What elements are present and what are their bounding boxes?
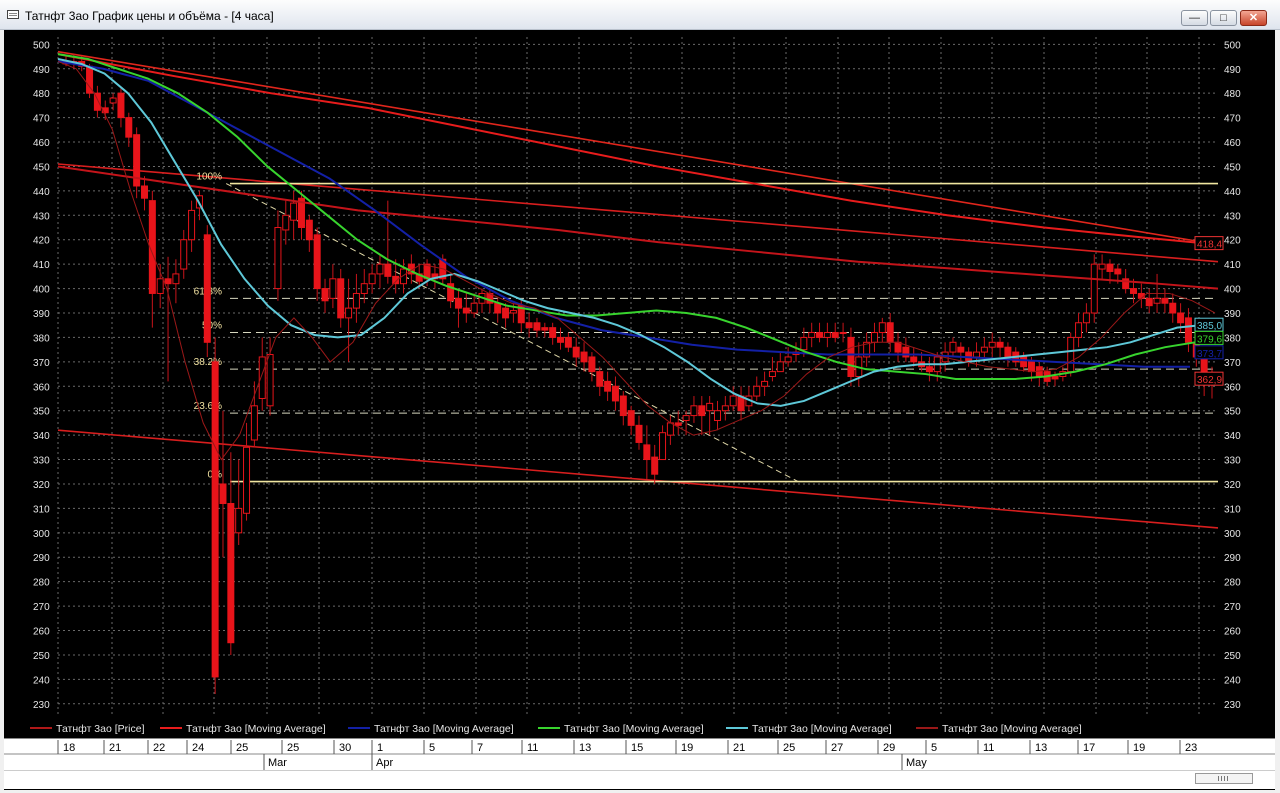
maximize-button[interactable]: □ <box>1210 10 1237 26</box>
chart-window-icon <box>7 10 19 19</box>
horizontal-scrollbar[interactable] <box>4 770 1275 789</box>
window-titlebar: Татнфт 3ао График цены и объёма - [4 час… <box>0 0 1280 30</box>
minimize-button[interactable]: — <box>1181 10 1208 26</box>
window-title: Татнфт 3ао График цены и объёма - [4 час… <box>25 9 274 23</box>
scrollbar-grip-icon <box>1218 776 1228 781</box>
close-button[interactable]: ✕ <box>1240 10 1267 26</box>
chart-area[interactable] <box>4 30 1275 790</box>
